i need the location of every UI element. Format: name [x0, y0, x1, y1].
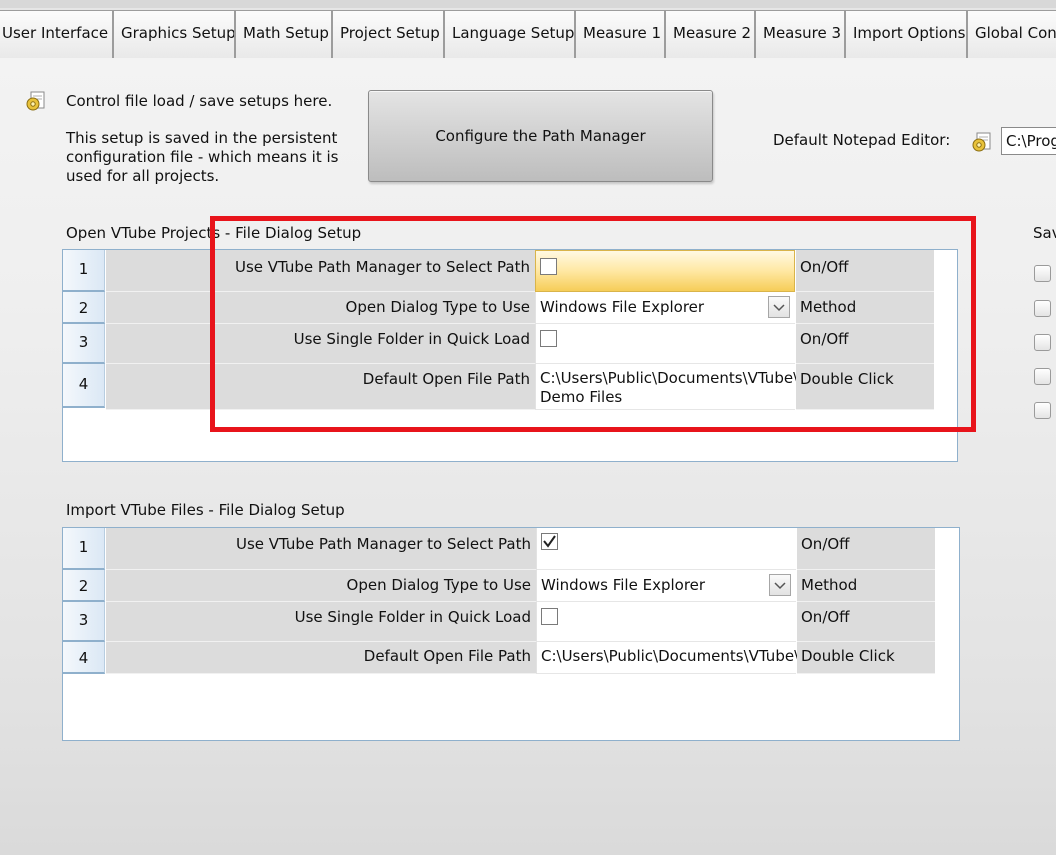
row-number: 2 — [63, 292, 105, 324]
setting-value-cell[interactable] — [536, 528, 796, 570]
tab-measure-3[interactable]: Measure 3 — [755, 10, 845, 58]
side-checkbox-4[interactable] — [1034, 368, 1051, 385]
tab-user-interface[interactable]: User Interface — [0, 10, 113, 58]
notepad-editor-label: Default Notepad Editor: — [773, 131, 951, 149]
intro-paragraph: This setup is saved in the persistent co… — [66, 129, 338, 186]
setting-label: Open Dialog Type to Use — [106, 570, 536, 602]
setting-type: On/Off — [797, 528, 935, 570]
tab-language-setup[interactable]: Language Setup — [444, 10, 575, 58]
row-number: 1 — [63, 250, 105, 292]
notepad-editor-path-field[interactable]: C:\Prog — [1001, 127, 1056, 155]
side-panel-title: Sav — [1033, 224, 1056, 242]
side-checkbox-3[interactable] — [1034, 334, 1051, 351]
file-setup-icon — [26, 91, 45, 111]
tab-measure-1[interactable]: Measure 1 — [575, 10, 665, 58]
tab-math-setup[interactable]: Math Setup — [235, 10, 332, 58]
dropdown-button[interactable] — [769, 574, 791, 596]
default-path-field[interactable]: C:\Users\Public\Documents\VTube\ — [536, 642, 799, 674]
notepad-file-icon[interactable] — [971, 131, 993, 153]
setting-type: Double Click — [797, 642, 935, 674]
intro-para-line-1: This setup is saved in the persistent — [66, 129, 338, 147]
intro-para-line-2: configuration file - which means it is — [66, 148, 339, 166]
setting-type: On/Off — [797, 602, 935, 642]
row-number: 3 — [63, 324, 105, 364]
chevron-down-icon — [774, 582, 786, 590]
row-number: 4 — [63, 364, 105, 408]
tab-graphics-setup[interactable]: Graphics Setup — [113, 10, 235, 58]
row-number: 3 — [63, 602, 105, 642]
row-number: 1 — [63, 528, 105, 570]
section-import-files-title: Import VTube Files - File Dialog Setup — [66, 501, 345, 519]
tab-project-setup[interactable]: Project Setup — [332, 10, 444, 58]
setting-label: Use VTube Path Manager to Select Path — [106, 528, 536, 570]
setting-value-cell[interactable] — [536, 602, 796, 642]
configure-path-manager-button[interactable]: Configure the Path Manager — [368, 90, 713, 182]
setting-label: Default Open File Path — [106, 642, 536, 674]
tab-import-options[interactable]: Import Options — [845, 10, 967, 58]
row-number: 4 — [63, 642, 105, 674]
intro-para-line-3: used for all projects. — [66, 167, 220, 185]
side-checkbox-1[interactable] — [1034, 265, 1051, 282]
highlight-annotation-box — [210, 216, 976, 432]
side-checkbox-5[interactable] — [1034, 402, 1051, 419]
side-checkbox-2[interactable] — [1034, 300, 1051, 317]
tab-measure-2[interactable]: Measure 2 — [665, 10, 755, 58]
setting-type: Method — [797, 570, 935, 602]
tab-bar: User Interface Graphics Setup Math Setup… — [0, 8, 1056, 58]
setting-label: Use Single Folder in Quick Load — [106, 602, 536, 642]
use-path-manager-checkbox[interactable] — [541, 533, 558, 550]
single-folder-checkbox[interactable] — [541, 608, 558, 625]
checkmark-icon — [543, 535, 556, 548]
dropdown-value: Windows File Explorer — [541, 576, 706, 594]
import-files-grid: 1 Use VTube Path Manager to Select Path … — [62, 527, 960, 741]
row-number: 2 — [63, 570, 105, 602]
intro-line: Control file load / save setups here. — [66, 92, 333, 110]
dialog-type-dropdown[interactable]: Windows File Explorer — [536, 570, 796, 602]
tab-global-config[interactable]: Global Conf — [967, 10, 1056, 58]
